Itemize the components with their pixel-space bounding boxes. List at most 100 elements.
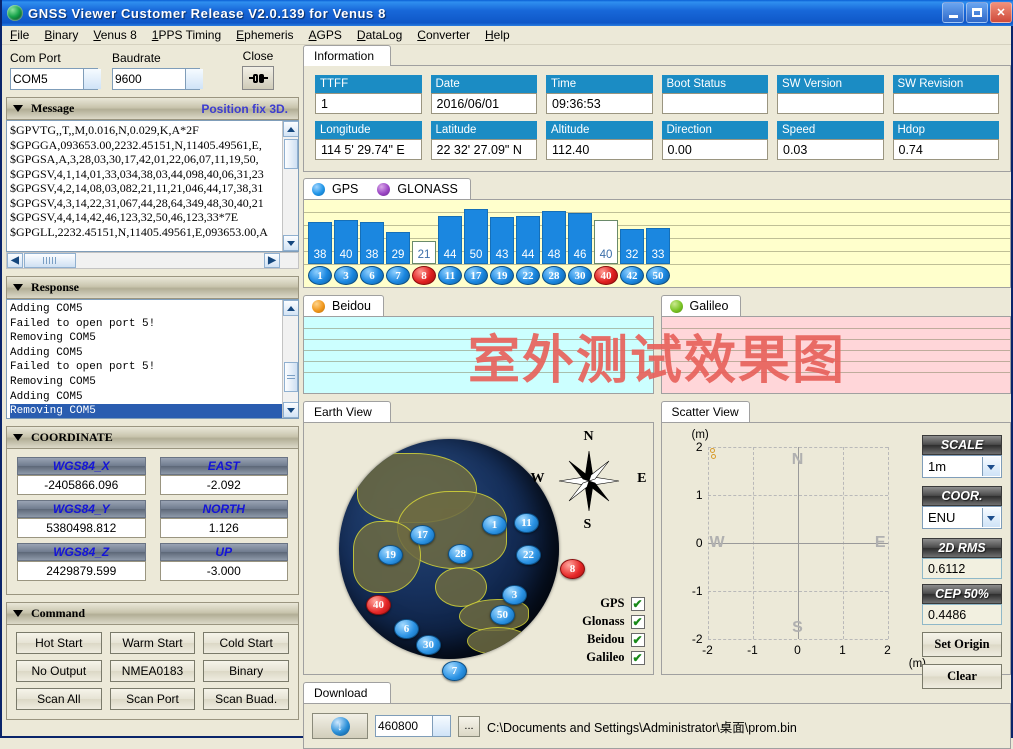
scroll-down-arrow-icon[interactable] [283,235,299,251]
set-origin-button[interactable]: Set Origin [922,632,1002,657]
nmea-line: $GPVTG,,T,,M,0.016,N,0.029,K,A*2F [10,123,295,138]
command-group-header[interactable]: Command [6,602,299,625]
info-value [893,93,1000,114]
scroll-up-arrow-icon[interactable] [283,300,299,316]
message-vertical-scrollbar[interactable] [282,121,298,251]
baudrate-select[interactable]: 9600 [112,68,200,90]
scale-select[interactable]: 1m [922,455,1002,478]
info-label: Longitude [315,121,422,139]
message-group-header[interactable]: Message Position fix 3D. [6,97,299,120]
earth-view-content[interactable]: 111171928228350406307 [303,422,654,675]
beidou-checkbox[interactable]: ✔ [631,633,645,647]
beidou-legend: Beidou [303,295,384,316]
application-window: GNSS Viewer Customer Release V2.0.139 fo… [0,0,1013,738]
checkbox-row-gps[interactable]: GPS ✔ [582,596,644,611]
response-vertical-scrollbar[interactable] [282,300,298,418]
baudrate-combobox[interactable]: 9600 [112,68,204,90]
response-line: Failed to open port 5! [10,360,295,375]
menu-item-datalog[interactable]: DataLog [357,28,402,42]
coordinate-group-header[interactable]: COORDINATE [6,426,299,449]
collapse-triangle-icon [13,284,23,291]
left-panel: Com Port COM5 Baudrate 9600 [6,45,299,735]
tab-information[interactable]: Information [303,45,391,66]
close-button[interactable]: ✕ [990,2,1012,23]
earth-satellite-marker: 17 [410,525,435,545]
prn-badge: 6 [360,266,384,285]
scroll-up-arrow-icon[interactable] [283,121,299,137]
info-label: Altitude [546,121,653,139]
snr-bar: 46 [568,213,592,264]
scroll-right-arrow-icon[interactable]: ▶ [264,253,280,268]
snr-value-label: 43 [491,249,513,261]
response-group-header[interactable]: Response [6,276,299,299]
download-baud-combobox[interactable]: 460800 [375,715,451,737]
checkbox-row-galileo[interactable]: Galileo ✔ [582,650,644,665]
menu-item-1pps-timing[interactable]: 1PPS Timing [152,28,221,42]
scan-port-button[interactable]: Scan Port [110,688,196,710]
download-button[interactable]: ↓ [312,713,368,739]
menu-item-help[interactable]: Help [485,28,510,42]
scatter-plot-area[interactable]: N S W E 2 1 0 -1 -2 -2 -1 0 1 [708,447,888,639]
checkbox-row-beidou[interactable]: Beidou ✔ [582,632,644,647]
menu-item-file[interactable]: File [10,28,29,42]
scroll-down-arrow-icon[interactable] [283,402,299,418]
tab-earth-view[interactable]: Earth View [303,401,391,422]
cold-start-button[interactable]: Cold Start [203,632,289,654]
comport-combobox[interactable]: COM5 [10,68,102,90]
snr-value-label: 38 [309,249,331,261]
comport-select[interactable]: COM5 [10,68,98,90]
prn-badge: 7 [386,266,410,285]
message-horizontal-scrollbar[interactable]: ◀ ▶ [6,252,299,269]
browse-button[interactable]: ... [458,716,480,737]
checkbox-row-glonass[interactable]: Glonass ✔ [582,614,644,629]
snr-bar: 32 [620,229,644,264]
gps-checkbox[interactable]: ✔ [631,597,645,611]
nmea-line: $GPGLL,2232.45151,N,11405.49561,E,093653… [10,225,295,240]
connect-toggle-button[interactable] [242,66,274,90]
x-tick: -2 [702,643,713,657]
galileo-checkbox[interactable]: ✔ [631,651,645,665]
tab-scatter-view[interactable]: Scatter View [661,401,750,422]
coor-select[interactable]: ENU [922,506,1002,529]
earth-satellite-marker: 19 [378,545,403,565]
minimize-button[interactable] [942,2,964,23]
info-speed: Speed 0.03 [777,121,884,160]
info-latitude: Latitude 22 32' 27.09" N [431,121,538,160]
no-output-button[interactable]: No Output [16,660,102,682]
scan-baud-button[interactable]: Scan Buad. [203,688,289,710]
tab-download[interactable]: Download [303,682,391,703]
scan-all-button[interactable]: Scan All [16,688,102,710]
hot-start-button[interactable]: Hot Start [16,632,102,654]
constellation-checkboxes: GPS ✔ Glonass ✔ Beidou ✔ [582,596,644,668]
coord-cell-up: UP -3.000 [160,543,289,581]
binary-button[interactable]: Binary [203,660,289,682]
snr-bar: 38 [308,222,332,264]
coord-cell-east: EAST -2.092 [160,457,289,495]
glonass-checkbox[interactable]: ✔ [631,615,645,629]
nmea0183-button[interactable]: NMEA0183 [110,660,196,682]
response-line-selected[interactable]: Removing COM5 [10,404,295,419]
earth-satellite-marker: 30 [416,635,441,655]
response-log-area[interactable]: Adding COM5 Failed to open port 5! Remov… [6,299,299,419]
menu-item-agps[interactable]: AGPS [309,28,342,42]
snr-value-label: 44 [439,249,461,261]
menu-item-ephemeris[interactable]: Ephemeris [236,28,293,42]
snr-value-label: 50 [465,249,487,261]
scroll-left-arrow-icon[interactable]: ◀ [7,253,23,268]
menu-item-converter[interactable]: Converter [417,28,470,42]
snr-bar: 44 [438,216,462,264]
scrollbar-thumb[interactable] [284,139,298,169]
maximize-button[interactable] [966,2,988,23]
nmea-message-area[interactable]: $GPVTG,,T,,M,0.016,N,0.029,K,A*2F $GPGGA… [6,120,299,252]
snr-bar: 40 [334,220,358,264]
hscrollbar-thumb[interactable] [24,253,76,268]
warm-start-button[interactable]: Warm Start [110,632,196,654]
scrollbar-thumb[interactable] [284,362,298,392]
scatter-view-content[interactable]: (m) N S [661,422,1012,675]
download-baud-select[interactable]: 460800 [375,715,451,737]
menu-item-venus8[interactable]: Venus 8 [93,28,136,42]
coord-value: 2429879.599 [17,561,146,581]
snr-bar: 33 [646,228,670,264]
snr-bar: 38 [360,222,384,264]
menu-item-binary[interactable]: Binary [44,28,78,42]
